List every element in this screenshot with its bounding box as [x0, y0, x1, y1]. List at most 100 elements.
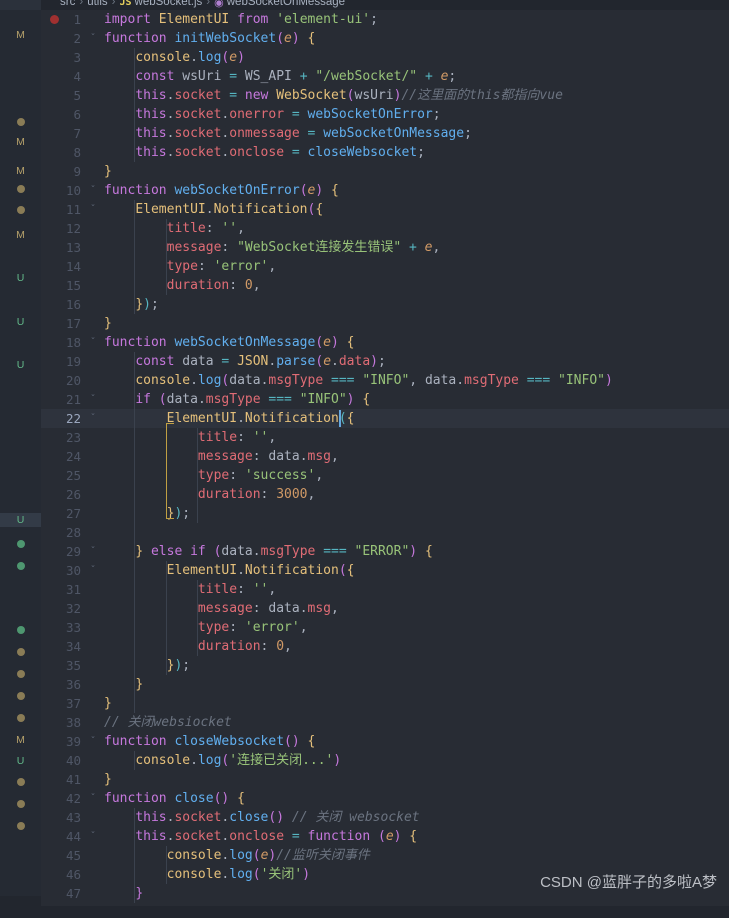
line-number: 14 — [65, 259, 81, 274]
code-line[interactable]: 11 ˇ ElementUI.Notification({ — [41, 200, 729, 219]
code-line[interactable]: 4 const wsUri = WS_API + "/webSocket/" +… — [41, 67, 729, 86]
fold-chevron-down-icon[interactable]: ˇ — [87, 200, 99, 219]
code-line[interactable]: 18 ˇ function webSocketOnMessage(e) { — [41, 333, 729, 352]
overview-untracked-dot[interactable] — [17, 626, 25, 634]
code-line[interactable]: 41} — [41, 770, 729, 789]
overview-marker-untracked[interactable]: U — [0, 754, 41, 768]
overview-modified-dot[interactable] — [17, 206, 25, 214]
code-line[interactable]: 27 }); — [41, 504, 729, 523]
line-number: 11 — [65, 202, 81, 217]
code-line[interactable]: 35 }); — [41, 656, 729, 675]
fold-chevron-down-icon[interactable]: ˇ — [87, 827, 99, 846]
overview-modified-dot[interactable] — [17, 778, 25, 786]
fold-chevron-down-icon[interactable]: ˇ — [87, 789, 99, 808]
overview-modified-dot[interactable] — [17, 800, 25, 808]
line-number: 18 — [65, 335, 81, 350]
code-line[interactable]: 2 ˇ function initWebSocket(e) { — [41, 29, 729, 48]
code-line[interactable]: 44 ˇ this.socket.onclose = function (e) { — [41, 827, 729, 846]
fold-chevron-down-icon[interactable]: ˇ — [87, 333, 99, 352]
code-line[interactable]: 8 this.socket.onclose = closeWebsocket; — [41, 143, 729, 162]
code-line[interactable]: 28 — [41, 523, 729, 542]
fold-chevron-down-icon[interactable]: ˇ — [87, 181, 99, 200]
overview-modified-dot[interactable] — [17, 648, 25, 656]
overview-ruler[interactable]: MMMMUUUUMU — [0, 0, 41, 918]
code-line[interactable]: 1 import ElementUI from 'element-ui'; — [41, 10, 729, 29]
overview-modified-dot[interactable] — [17, 670, 25, 678]
code-line[interactable]: 20 console.log(data.msgType === "INFO", … — [41, 371, 729, 390]
code-line[interactable]: 25 type: 'success', — [41, 466, 729, 485]
code-line[interactable]: 14 type: 'error', — [41, 257, 729, 276]
fold-chevron-down-icon[interactable]: ˇ — [87, 561, 99, 580]
overview-modified-dot[interactable] — [17, 185, 25, 193]
overview-modified-dot[interactable] — [17, 692, 25, 700]
overview-modified-dot[interactable] — [17, 118, 25, 126]
overview-marker-modified[interactable]: M — [0, 733, 41, 747]
code-line[interactable]: 13 message: "WebSocket连接发生错误" + e, — [41, 238, 729, 257]
code-line[interactable]: 7 this.socket.onmessage = webSocketOnMes… — [41, 124, 729, 143]
breadcrumb[interactable]: src › utils › JS webSocket.js › ◉ webSoc… — [60, 0, 345, 10]
code-line[interactable]: 33 type: 'error', — [41, 618, 729, 637]
code-line[interactable]: 39 ˇ function closeWebsocket() { — [41, 732, 729, 751]
code-text: } — [135, 677, 144, 692]
breadcrumb-item-file[interactable]: webSocket.js — [135, 0, 203, 8]
code-line[interactable]: 17} — [41, 314, 729, 333]
overview-marker-untracked[interactable]: U — [0, 315, 41, 329]
code-line[interactable]: 31 title: '', — [41, 580, 729, 599]
code-line[interactable]: 6 this.socket.onerror = webSocketOnError… — [41, 105, 729, 124]
code-line[interactable]: 29 ˇ } else if (data.msgType === "ERROR")… — [41, 542, 729, 561]
code-text: ElementUI.Notification({ — [166, 563, 355, 578]
code-line[interactable]: 3 console.log(e) — [41, 48, 729, 67]
line-number: 29 — [65, 544, 81, 559]
line-number: 1 — [73, 12, 81, 27]
overview-modified-dot[interactable] — [17, 714, 25, 722]
overview-marker-modified[interactable]: M — [0, 164, 41, 178]
fold-chevron-down-icon[interactable]: ˇ — [87, 542, 99, 561]
code-line[interactable]: 40 console.log('连接已关闭...') — [41, 751, 729, 770]
code-line[interactable]: 34 duration: 0, — [41, 637, 729, 656]
code-line[interactable]: 26 duration: 3000, — [41, 485, 729, 504]
overview-marker-modified[interactable]: M — [0, 228, 41, 242]
overview-marker-untracked[interactable]: U — [0, 358, 41, 372]
overview-marker-untracked[interactable]: U — [0, 513, 41, 527]
code-editor[interactable]: 1 import ElementUI from 'element-ui'; 2 ˇ fu… — [41, 10, 729, 918]
code-line[interactable]: 36 } — [41, 675, 729, 694]
code-line[interactable]: 24 message: data.msg, — [41, 447, 729, 466]
overview-untracked-dot[interactable] — [17, 540, 25, 548]
code-line[interactable]: 32 message: data.msg, — [41, 599, 729, 618]
code-line[interactable]: 37} — [41, 694, 729, 713]
line-number: 41 — [65, 772, 81, 787]
code-text: this.socket.onclose = closeWebsocket; — [135, 145, 425, 160]
line-number: 45 — [65, 848, 81, 863]
code-line[interactable]: 43 this.socket.close() // 关闭 websocket — [41, 808, 729, 827]
code-text: }); — [166, 506, 191, 521]
code-line[interactable]: 10 ˇ function webSocketOnError(e) { — [41, 181, 729, 200]
overview-marker-modified[interactable]: M — [0, 135, 41, 149]
code-line[interactable]: 42 ˇ function close() { — [41, 789, 729, 808]
breadcrumb-separator-icon: › — [111, 0, 116, 8]
fold-chevron-down-icon[interactable]: ˇ — [87, 732, 99, 751]
overview-marker-modified[interactable]: M — [0, 28, 41, 42]
breadcrumb-item-utils[interactable]: utils — [87, 0, 107, 8]
code-line[interactable]: 45 console.log(e)//监听关闭事件 — [41, 846, 729, 865]
overview-marker-untracked[interactable]: U — [0, 271, 41, 285]
code-line[interactable]: 19 const data = JSON.parse(e.data); — [41, 352, 729, 371]
fold-chevron-down-icon[interactable]: ˇ — [87, 409, 99, 428]
indent-guide — [165, 846, 167, 884]
indent-guide — [134, 751, 136, 770]
code-line[interactable]: 16 }); — [41, 295, 729, 314]
code-line[interactable]: 15 duration: 0, — [41, 276, 729, 295]
overview-modified-dot[interactable] — [17, 822, 25, 830]
code-line[interactable]: 5 this.socket = new WebSocket(wsUri)//这里… — [41, 86, 729, 105]
code-line[interactable]: 30 ˇ ElementUI.Notification({ — [41, 561, 729, 580]
fold-chevron-down-icon[interactable]: ˇ — [87, 390, 99, 409]
code-line[interactable]: 21 ˇ if (data.msgType === "INFO") { — [41, 390, 729, 409]
fold-chevron-down-icon[interactable]: ˇ — [87, 29, 99, 48]
code-line[interactable]: 12 title: '', — [41, 219, 729, 238]
code-line[interactable]: 23 title: '', — [41, 428, 729, 447]
breadcrumb-item-symbol[interactable]: webSocketOnMessage — [227, 0, 345, 8]
code-line[interactable]: 22 ˇ ElementUI.Notification({ — [41, 409, 729, 428]
overview-untracked-dot[interactable] — [17, 562, 25, 570]
code-line[interactable]: 38 // 关闭websiocket — [41, 713, 729, 732]
code-line[interactable]: 9} — [41, 162, 729, 181]
breadcrumb-item-src[interactable]: src — [60, 0, 75, 8]
